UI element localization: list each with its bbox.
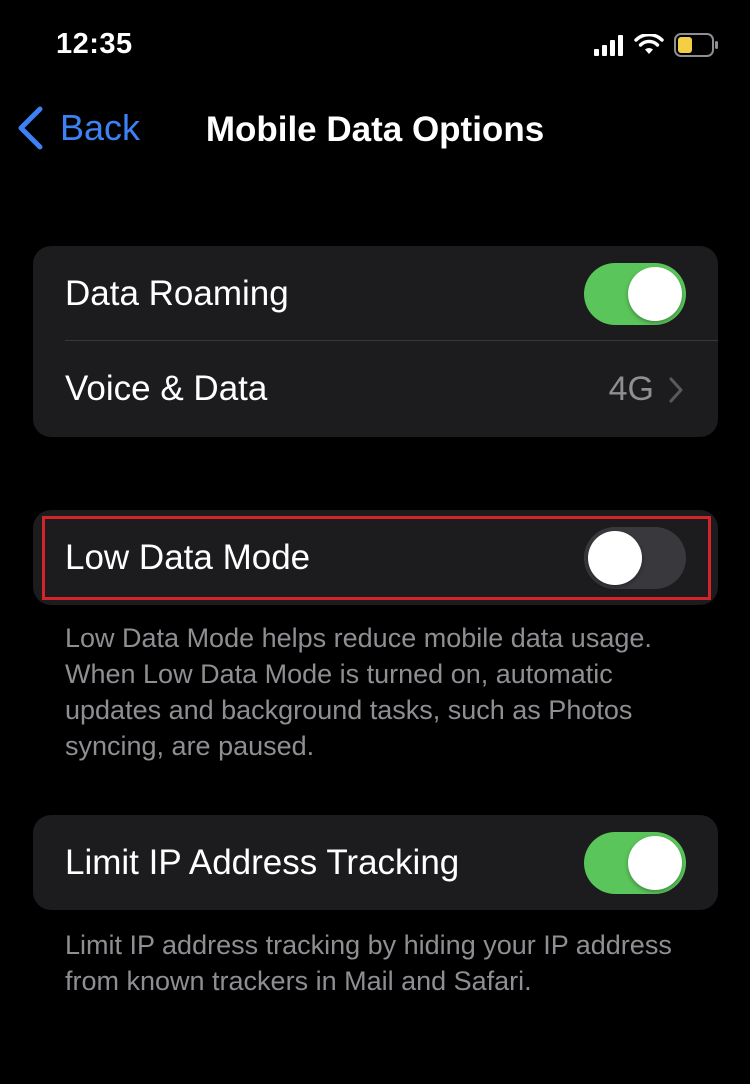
navigation-bar: Back Mobile Data Options — [0, 92, 750, 172]
row-limit-ip-tracking: Limit IP Address Tracking — [33, 815, 718, 910]
toggle-knob — [628, 835, 682, 890]
wifi-icon — [634, 34, 664, 54]
voice-data-label: Voice & Data — [65, 369, 268, 408]
page-title: Mobile Data Options — [205, 110, 545, 149]
low-data-mode-toggle[interactable] — [584, 526, 686, 589]
low-data-footer: Low Data Mode helps reduce mobile data u… — [65, 623, 652, 761]
row-low-data-mode: Low Data Mode — [33, 510, 718, 605]
low-data-group: Low Data Mode — [33, 510, 718, 605]
ip-tracking-group: Limit IP Address Tracking — [33, 815, 718, 910]
chevron-right-icon — [669, 377, 683, 403]
data-roaming-toggle[interactable] — [584, 262, 686, 325]
ip-tracking-footer: Limit IP address tracking by hiding your… — [65, 930, 672, 996]
voice-data-value: 4G — [608, 369, 654, 408]
toggle-knob — [628, 266, 682, 321]
limit-ip-tracking-toggle[interactable] — [584, 831, 686, 894]
limit-ip-tracking-label: Limit IP Address Tracking — [65, 842, 460, 882]
status-time: 12:35 — [56, 28, 133, 60]
row-data-roaming: Data Roaming — [33, 246, 718, 341]
roaming-group: Data Roaming Voice & Data 4G — [33, 246, 718, 437]
data-roaming-label: Data Roaming — [65, 273, 289, 313]
toggle-knob — [588, 530, 642, 585]
cellular-signal-icon — [594, 35, 623, 56]
low-data-mode-label: Low Data Mode — [65, 537, 311, 577]
status-icons — [594, 33, 720, 57]
status-bar: 12:35 — [0, 0, 750, 90]
battery-icon — [674, 33, 718, 57]
row-voice-data[interactable]: Voice & Data 4G — [33, 341, 718, 437]
